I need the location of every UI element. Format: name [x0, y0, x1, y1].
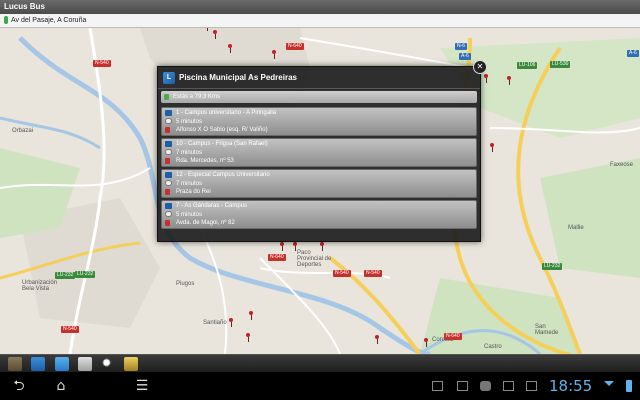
bus-icon — [165, 172, 172, 178]
address-bar[interactable]: Av del Pasaje, A Coruña — [0, 14, 640, 28]
distance-row: Estás a 79.3 Kms — [161, 91, 477, 103]
route-time: 7 minutos — [176, 149, 203, 156]
route-line: 7 - As Gándaras - Campus — [176, 203, 248, 209]
route-time: 5 minutos — [176, 118, 203, 125]
route-line: 1 - Campus universitario - A Piringalla — [176, 110, 277, 116]
route-time: 7 minutos — [176, 180, 203, 187]
app-title: Lucus Bus — [4, 2, 45, 11]
route-item[interactable]: 12 - Especial Campus Universitario 7 min… — [161, 169, 477, 198]
map-label-place: Paco Provincial de Deportes — [297, 250, 332, 268]
app-logo-icon: L — [163, 71, 175, 84]
road-sign: LU-232 — [542, 263, 563, 270]
bus-stop-pin[interactable] — [280, 242, 284, 251]
route-item[interactable]: 1 - Campus universitario - A Piringalla … — [161, 107, 477, 136]
android-system-bar: ⮌ ⌂ ☰ 18:55 — [0, 372, 640, 400]
battery-icon — [626, 380, 632, 392]
address-text: Av del Pasaje, A Coruña — [11, 17, 87, 24]
walk-icon — [164, 94, 169, 100]
magnifier-icon[interactable] — [78, 357, 92, 371]
road-sign: N-540 — [333, 270, 351, 277]
road-sign: A-6 — [459, 53, 471, 60]
info-icon[interactable] — [124, 357, 138, 371]
map-label-place: Santiaño — [203, 320, 227, 326]
flag-icon — [165, 189, 170, 195]
bus-stop-pin[interactable] — [293, 242, 297, 251]
recent-apps-button[interactable]: ☰ — [133, 378, 151, 394]
clock-icon — [165, 118, 172, 124]
bottom-toolbar — [0, 354, 640, 372]
road-sign: A-6 — [627, 50, 639, 57]
usb-icon — [432, 381, 443, 391]
bus-stop-pin[interactable] — [213, 30, 217, 39]
flag-icon — [165, 127, 170, 133]
map-label-place: Urbanización Bela Vista — [22, 280, 58, 292]
road-sign: N-540 — [364, 270, 382, 277]
map-label-place: Orbazai — [12, 128, 34, 134]
bus-stop-pin[interactable] — [249, 311, 253, 320]
bus-stop-pin[interactable] — [228, 44, 232, 53]
android-icon — [480, 381, 491, 391]
road-sign: N-640 — [444, 333, 462, 340]
popup-header: L Piscina Municipal As Pedreiras — [158, 67, 480, 89]
clock-time: 18:55 — [549, 377, 593, 395]
stop-info-popup: L Piscina Municipal As Pedreiras ✕ Estás… — [157, 60, 487, 242]
flag-icon — [165, 220, 170, 226]
road-sign: LU-530 — [550, 61, 571, 68]
clock-icon — [165, 149, 172, 155]
route-icon[interactable] — [55, 357, 69, 371]
route-time: 5 minutos — [176, 211, 203, 218]
bus-stop-pin[interactable] — [272, 50, 276, 59]
photo-icon — [526, 381, 537, 391]
debug-icon — [503, 381, 514, 391]
route-item[interactable]: 10 - Campus - Frigsa (San Rafael) 7 minu… — [161, 138, 477, 167]
map-label-place: Piugos — [176, 281, 195, 287]
route-stop: Alfonso X O Sabio (esq. R/ Valiño) — [176, 127, 268, 133]
route-item[interactable]: 7 - As Gándaras - Campus 5 minutos Avda.… — [161, 200, 477, 229]
map-label-place: Faxeose — [610, 162, 634, 168]
back-button[interactable]: ⮌ — [10, 378, 28, 394]
bus-stop-pin[interactable] — [490, 143, 494, 152]
clock-icon — [165, 211, 172, 217]
popup-title: Piscina Municipal As Pedreiras — [179, 73, 297, 82]
bus-icon — [165, 110, 172, 116]
bus-icon[interactable] — [31, 357, 45, 371]
map-label-place: San Mamede — [535, 324, 559, 336]
home-button[interactable]: ⌂ — [52, 378, 70, 394]
app-titlebar: Lucus Bus — [0, 0, 640, 14]
close-button[interactable]: ✕ — [473, 60, 487, 74]
road-sign: N-640 — [286, 43, 304, 50]
route-stop: Avda. de Magoi, nº 82 — [176, 220, 235, 226]
bus-icon — [165, 141, 172, 147]
map-label-place: Mallie — [568, 225, 584, 231]
search-icon[interactable] — [101, 357, 115, 371]
distance-text: Estás a 79.3 Kms — [173, 94, 221, 100]
flag-icon — [165, 158, 170, 164]
location-pin-icon — [4, 16, 8, 25]
road-sign: LU-232 — [55, 272, 76, 279]
route-stop: Praza do Rei — [176, 189, 211, 195]
bus-stop-pin[interactable] — [424, 338, 428, 347]
bus-stop-pin[interactable] — [246, 333, 250, 342]
road-sign: LU-106 — [517, 62, 538, 69]
clock-icon — [165, 180, 172, 186]
road-sign: N-640 — [268, 254, 286, 261]
route-stop: Rda. Mercedes, nº 53 — [176, 158, 234, 164]
bus-stop-pin[interactable] — [229, 318, 233, 327]
map-label-place: Castro — [484, 344, 502, 350]
settings-icon[interactable] — [8, 357, 22, 371]
road-sign: N-540 — [61, 326, 79, 333]
gallery-icon — [457, 381, 468, 391]
bus-icon — [165, 203, 172, 209]
road-sign: N-6 — [455, 43, 468, 50]
route-line: 12 - Especial Campus Universitario — [176, 172, 270, 178]
bus-stop-pin[interactable] — [375, 335, 379, 344]
bus-stop-pin[interactable] — [507, 76, 511, 85]
wifi-icon — [604, 381, 614, 386]
bus-stop-pin[interactable] — [205, 28, 209, 31]
road-sign: N-540 — [93, 60, 111, 67]
route-line: 10 - Campus - Frigsa (San Rafael) — [176, 141, 268, 147]
bus-stop-pin[interactable] — [320, 242, 324, 251]
bus-stop-pin[interactable] — [484, 74, 488, 83]
road-sign: LU-232 — [75, 271, 96, 278]
